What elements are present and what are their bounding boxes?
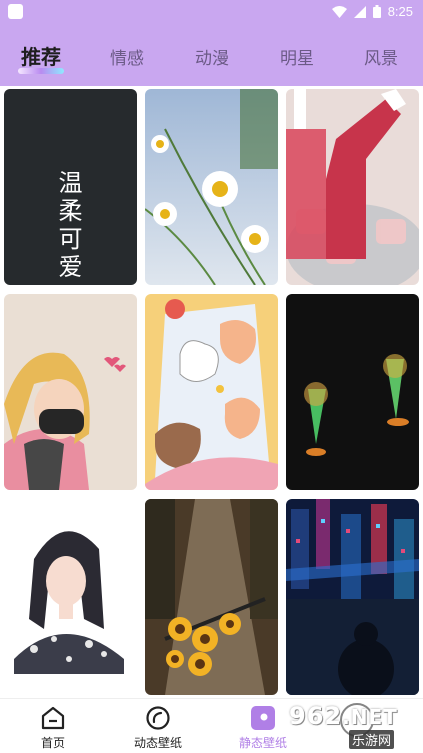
static-wallpaper-icon xyxy=(251,706,275,730)
active-tab-indicator xyxy=(18,68,64,74)
wallpaper-calligraphy-text: 温 柔 可 爱 xyxy=(4,169,137,281)
tab-anime[interactable]: 动漫 xyxy=(177,44,247,74)
watermark-cn: 乐游网 xyxy=(349,730,395,749)
sunflowers-image xyxy=(145,499,278,695)
nav-live-wallpaper[interactable]: 动态壁纸 xyxy=(108,699,208,753)
wallpaper-daisies-sky[interactable] xyxy=(145,89,278,285)
status-indicators: 8:25 xyxy=(331,4,413,19)
tab-emotion[interactable]: 情感 xyxy=(92,44,162,74)
daisies-image xyxy=(145,89,278,285)
nav-label: 首页 xyxy=(40,736,65,750)
calligraphy-char: 柔 xyxy=(58,197,83,225)
wallpaper-anime-girl-floral[interactable] xyxy=(4,499,137,695)
wallpaper-sunflowers-bike[interactable] xyxy=(145,499,278,695)
watermark-suffix: .NET xyxy=(342,705,398,729)
fireworks-image xyxy=(286,294,419,490)
rose-wine-image xyxy=(286,89,419,285)
masked-girl-image xyxy=(4,294,137,490)
tab-label: 明星 xyxy=(280,49,314,69)
tab-label: 情感 xyxy=(110,49,144,69)
signal-icon xyxy=(353,5,366,18)
tab-label: 推荐 xyxy=(21,45,61,69)
wallpaper-masked-girl-illustration[interactable] xyxy=(4,294,137,490)
nav-label: 动态壁纸 xyxy=(133,736,182,750)
site-watermark: 962.NET 乐游网 xyxy=(287,700,417,749)
wallpaper-rose-wine-ice[interactable] xyxy=(286,89,419,285)
calligraphy-char: 温 xyxy=(58,169,83,197)
category-tabs: 推荐 情感 动漫 明星 风景 xyxy=(0,24,423,86)
app-notification-icon xyxy=(8,4,23,19)
wallpaper-grid: 温 柔 可 爱 xyxy=(0,86,423,698)
calligraphy-char: 可 xyxy=(58,225,83,253)
wallpaper-text-gentle-cute[interactable]: 温 柔 可 爱 xyxy=(4,89,137,285)
wallpaper-cute-bears-illustration[interactable] xyxy=(145,294,278,490)
battery-icon xyxy=(372,5,381,18)
wallpaper-neon-city-night[interactable] xyxy=(286,499,419,695)
nav-home[interactable]: 首页 xyxy=(3,699,103,753)
tab-label: 风景 xyxy=(364,49,398,69)
wifi-icon xyxy=(331,5,347,18)
calligraphy-char: 爱 xyxy=(58,253,83,281)
wallpaper-fireworks-dark[interactable] xyxy=(286,294,419,490)
anime-girl-image xyxy=(4,499,137,695)
tab-celebrity[interactable]: 明星 xyxy=(262,44,332,74)
tab-label: 动漫 xyxy=(195,49,229,69)
cute-bears-image xyxy=(145,294,278,490)
tab-recommend[interactable]: 推荐 xyxy=(6,41,76,71)
watermark-number: 962 xyxy=(289,702,343,730)
neon-city-image xyxy=(286,499,419,695)
status-time: 8:25 xyxy=(387,4,413,19)
status-bar: 8:25 xyxy=(0,0,423,24)
tab-scenery[interactable]: 风景 xyxy=(346,44,416,74)
live-wallpaper-icon xyxy=(146,706,170,730)
home-icon xyxy=(41,706,65,730)
